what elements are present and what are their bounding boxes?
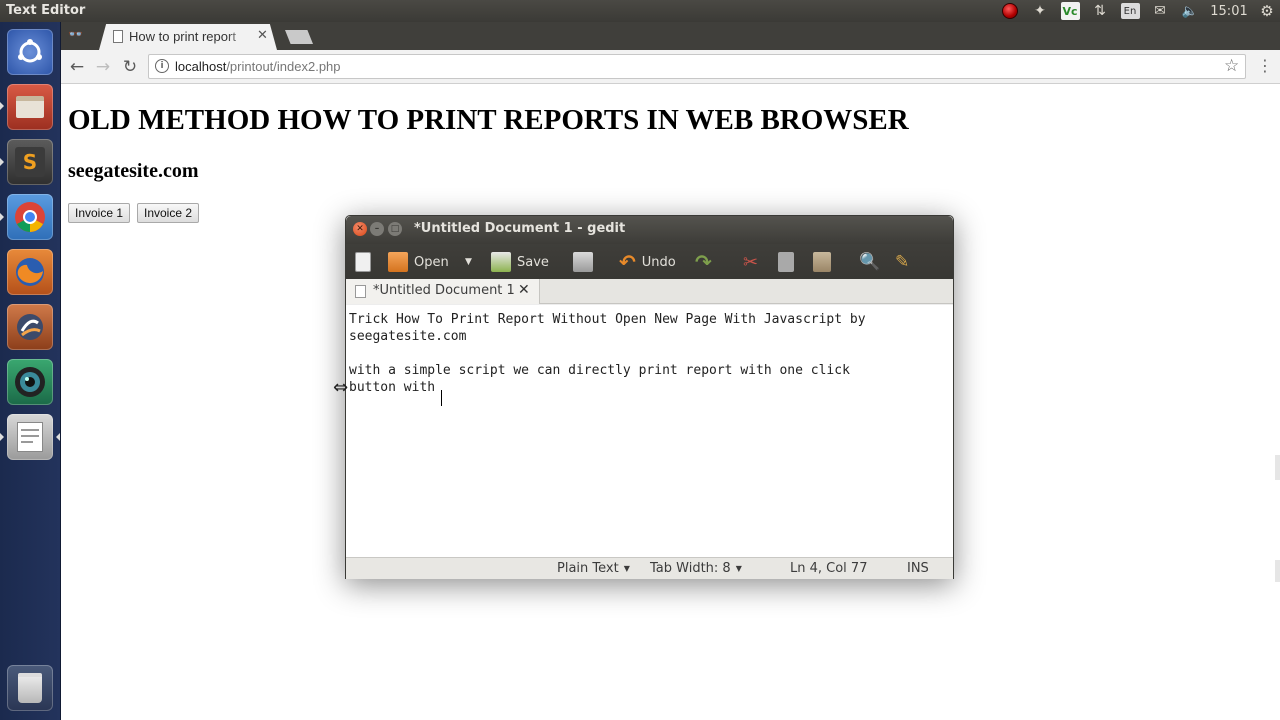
new-document-button[interactable] [355,250,377,274]
trash-icon[interactable] [6,664,54,712]
document-tab-title: *Untitled Document 1 [373,283,515,298]
url-text[interactable]: localhost/printout/index2.php [175,59,341,74]
printer-icon [573,252,593,272]
cursor-position: Ln 4, Col 77 [790,561,868,576]
session-gear-icon[interactable]: ⚙ [1256,2,1278,20]
undo-icon: ↶ [619,250,636,274]
launcher: S [0,22,61,720]
cut-icon[interactable]: ✂ [743,250,758,274]
mail-icon[interactable]: ✉ [1150,2,1170,20]
dropbox-icon[interactable]: ✦ [1031,2,1049,20]
find-icon[interactable]: 🔍 [859,250,880,274]
browser-toolbar: ← → ↻ i localhost/printout/index2.php ☆ … [61,50,1280,84]
volume-icon[interactable]: 🔈 [1180,2,1200,20]
new-tab-button[interactable] [285,30,313,44]
find-replace-icon[interactable]: ✎ [895,250,909,274]
incognito-icon: 👓 [68,27,83,41]
keyboard-layout-icon[interactable]: En [1120,2,1140,20]
ubuntu-dash-icon[interactable] [6,28,54,76]
focused-indicator [56,433,60,441]
running-indicator [0,433,4,441]
reload-icon[interactable]: ↻ [119,56,141,78]
sublime-text-icon[interactable]: S [6,138,54,186]
text-line: button with [349,380,436,395]
text-line: Trick How To Print Report Without Open N… [349,312,866,327]
language-selector[interactable]: Plain Text ▼ [557,561,630,576]
paste-icon[interactable] [813,250,831,274]
tab-title: How to print report [129,29,236,44]
browser-menu-icon[interactable]: ⋮ [1257,56,1273,75]
browser-tab[interactable]: How to print report ✕ [99,24,277,50]
document-icon [355,285,366,298]
page-heading: OLD METHOD HOW TO PRINT REPORTS IN WEB B… [68,104,909,136]
text-caret [441,390,442,406]
chrome-icon[interactable] [6,193,54,241]
running-indicator [0,102,4,110]
close-tab-icon[interactable]: ✕ [257,28,268,43]
url-host: localhost [175,59,227,74]
redo-icon[interactable]: ↷ [695,250,712,274]
top-panel: Text Editor ✦ Vc ⇅ En ✉ 🔈 15:01 ⚙ [0,0,1280,22]
address-bar[interactable]: i localhost/printout/index2.php ☆ [148,54,1246,79]
files-icon[interactable] [6,83,54,131]
browser-tab-bar: 👓 How to print report ✕ [61,22,1280,50]
bookmark-star-icon[interactable]: ☆ [1224,56,1239,76]
save-label: Save [517,254,549,270]
camera-app-icon[interactable] [6,358,54,406]
url-path: /printout/index2.php [226,59,341,74]
back-icon[interactable]: ← [66,56,88,78]
document-tab[interactable]: *Untitled Document 1 ✕ [346,279,540,304]
invoice-1-button[interactable]: Invoice 1 [68,203,131,223]
copy-icon[interactable] [778,250,794,274]
maximize-window-icon[interactable]: □ [388,222,402,236]
gedit-window: ✕ – □ *Untitled Document 1 - gedit Open … [345,215,954,579]
text-line: seegatesite.com [349,329,467,344]
network-icon[interactable]: ⇅ [1091,2,1109,20]
info-icon[interactable]: i [155,59,169,73]
dropdown-arrow-icon: ▼ [623,564,630,573]
text-editor-icon[interactable] [6,413,54,461]
gedit-titlebar[interactable]: ✕ – □ *Untitled Document 1 - gedit [346,216,953,244]
close-window-icon[interactable]: ✕ [353,222,367,236]
gedit-window-title: *Untitled Document 1 - gedit [414,221,626,236]
save-icon [491,252,511,272]
open-button[interactable]: Open [388,250,449,274]
open-label: Open [414,254,449,270]
running-indicator [0,213,4,221]
invoice-2-button[interactable]: Invoice 2 [137,203,200,223]
gedit-tab-bar: *Untitled Document 1 ✕ [346,279,953,304]
gedit-toolbar: Open ▼ Save ↶ Undo ↷ ✂ 🔍 ✎ [346,244,953,279]
open-recent-dropdown-icon[interactable]: ▼ [465,250,472,274]
close-document-icon[interactable]: ✕ [518,282,530,298]
page-icon [113,30,123,43]
print-button[interactable] [573,250,599,274]
tab-width-selector[interactable]: Tab Width: 8 ▼ [650,561,742,576]
system-app-icon[interactable] [6,303,54,351]
dropdown-arrow-icon: ▼ [735,564,742,573]
forward-icon[interactable]: → [92,56,114,78]
text-editing-area[interactable]: Trick How To Print Report Without Open N… [346,305,953,557]
record-icon[interactable] [1001,2,1019,20]
firefox-icon[interactable] [6,248,54,296]
app-title: Text Editor [6,3,86,18]
save-button[interactable]: Save [491,250,549,274]
page-edge [1275,560,1280,582]
undo-button[interactable]: ↶ Undo [619,250,676,274]
page-edge [1275,455,1280,480]
vc-icon[interactable]: Vc [1060,2,1080,20]
insert-mode: INS [907,561,929,576]
open-folder-icon [388,252,408,272]
page-subheading: seegatesite.com [68,160,199,182]
gedit-statusbar: Plain Text ▼ Tab Width: 8 ▼ Ln 4, Col 77 I… [346,557,953,579]
mouse-cursor-icon: ⇔ [333,377,349,398]
clock[interactable]: 15:01 [1210,2,1248,20]
undo-label: Undo [641,254,676,270]
text-line: with a simple script we can directly pri… [349,363,850,378]
minimize-window-icon[interactable]: – [370,222,384,236]
running-indicator [0,158,4,166]
new-document-icon [355,252,371,272]
